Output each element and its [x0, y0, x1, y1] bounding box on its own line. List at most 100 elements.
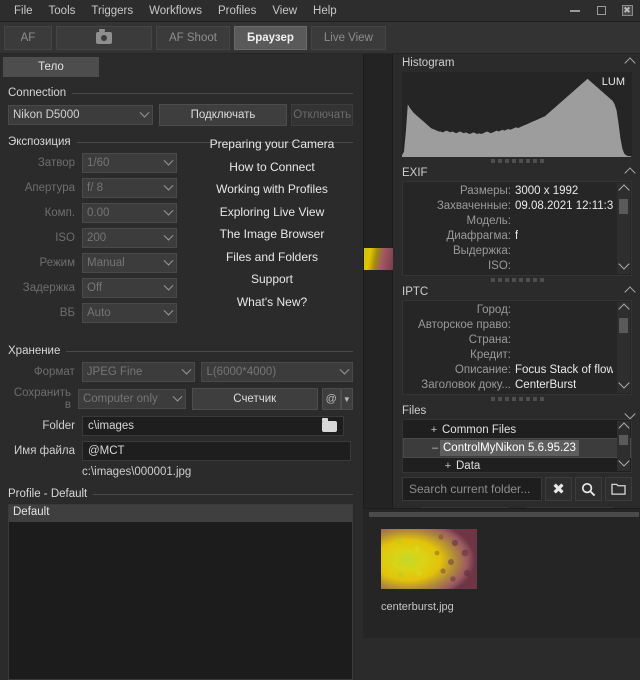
exif-scrollbar[interactable] — [617, 183, 630, 274]
menu-item-tools[interactable]: Tools — [41, 3, 84, 19]
live-view-button[interactable]: Live View — [311, 26, 386, 50]
tree-node-data[interactable]: + Data — [403, 458, 631, 473]
tree-node-common-files[interactable]: + Common Files — [403, 422, 631, 438]
open-folder-button[interactable] — [605, 477, 632, 501]
files-section-header[interactable]: Files — [394, 402, 640, 419]
scroll-down-icon[interactable] — [618, 377, 629, 388]
browser-tab-button[interactable]: Браузер — [234, 26, 307, 50]
shutter-select[interactable]: 1/60 — [82, 153, 177, 173]
tab-body[interactable]: Тело — [3, 57, 99, 77]
help-link-exploring-live-view[interactable]: Exploring Live View — [192, 205, 352, 219]
menu-item-help[interactable]: Help — [305, 3, 345, 19]
disconnect-button[interactable]: Отключать — [291, 104, 353, 126]
expander-icon[interactable]: – — [430, 440, 440, 456]
help-link-support[interactable]: Support — [192, 272, 352, 286]
help-link-whats-new[interactable]: What's New? — [192, 295, 352, 309]
filmstrip-thumbnail[interactable] — [364, 248, 393, 270]
help-link-image-browser[interactable]: The Image Browser — [192, 227, 352, 241]
menu-item-view[interactable]: View — [264, 3, 305, 19]
format-label: Формат — [8, 366, 82, 378]
flower-thumbnail-graphic — [381, 529, 477, 589]
connect-button[interactable]: Подключать — [159, 104, 288, 126]
af-shoot-button[interactable]: AF Shoot — [156, 26, 230, 50]
splitter-handle[interactable] — [394, 157, 640, 164]
browse-folder-button[interactable] — [322, 421, 337, 432]
histogram-channel-label: LUM — [602, 76, 625, 88]
folder-tree[interactable]: + Common Files – ControlMyNikon 5.6.95.2… — [402, 419, 632, 473]
filename-input[interactable]: @MCT — [82, 441, 351, 461]
scroll-up-icon[interactable] — [618, 184, 629, 195]
compensation-select[interactable]: 0.00 — [82, 203, 177, 223]
chevron-down-icon — [164, 155, 174, 165]
af-button[interactable]: AF — [4, 26, 52, 50]
scroll-down-icon[interactable] — [618, 258, 629, 269]
iptc-row-country: Страна: — [403, 333, 631, 348]
help-link-how-to-connect[interactable]: How to Connect — [192, 160, 352, 174]
splitter-handle[interactable] — [394, 276, 640, 283]
camera-model-select[interactable]: Nikon D5000 — [8, 105, 153, 125]
scroll-up-icon[interactable] — [618, 422, 629, 433]
thumbnail-image[interactable] — [381, 529, 477, 589]
iptc-scrollbar[interactable] — [617, 302, 630, 393]
maximize-button[interactable] — [588, 0, 614, 22]
save-to-value: Computer only — [83, 393, 158, 405]
histogram-section-header[interactable]: Histogram — [394, 54, 640, 71]
exif-row-captured: Захваченные: 09.08.2021 12:11:36 — [403, 199, 631, 214]
expander-icon[interactable]: + — [429, 422, 439, 438]
scrollbar-thumb[interactable] — [619, 435, 628, 445]
title-bar: File Tools Triggers Workflows Profiles V… — [0, 0, 640, 22]
chevron-down-icon — [172, 391, 182, 401]
exif-value: f — [515, 229, 518, 244]
search-button[interactable] — [575, 477, 602, 501]
mode-value: Manual — [87, 257, 125, 269]
minimize-button[interactable] — [562, 0, 588, 22]
menu-item-workflows[interactable]: Workflows — [141, 3, 210, 19]
white-balance-select[interactable]: Auto — [82, 303, 177, 323]
close-icon: ✖ — [622, 5, 633, 16]
folder-icon — [322, 421, 337, 432]
exif-key: Диафрагма: — [403, 229, 515, 244]
help-link-working-with-profiles[interactable]: Working with Profiles — [192, 182, 352, 196]
browser-scrollbar[interactable] — [369, 512, 639, 517]
at-token-button[interactable]: @ — [322, 388, 341, 410]
iptc-section-header[interactable]: IPTC — [394, 283, 640, 300]
scroll-up-icon[interactable] — [618, 303, 629, 314]
help-link-preparing-camera[interactable]: Preparing your Camera — [192, 137, 352, 151]
storage-saveto-row: Сохранить в Computer only Счетчик @ ▼ — [8, 387, 353, 411]
iso-value: 200 — [87, 232, 106, 244]
close-button[interactable]: ✖ — [614, 0, 640, 22]
help-link-files-and-folders[interactable]: Files and Folders — [192, 250, 352, 264]
chevron-down-icon — [164, 280, 174, 290]
menu-item-file[interactable]: File — [6, 3, 41, 19]
menu-item-triggers[interactable]: Triggers — [83, 3, 141, 19]
profile-list[interactable]: Default — [8, 504, 353, 680]
aperture-select[interactable]: f/ 8 — [82, 178, 177, 198]
clear-search-button[interactable]: ✖ — [545, 477, 572, 501]
profile-list-item-default[interactable]: Default — [9, 505, 352, 522]
scrollbar-thumb[interactable] — [619, 199, 628, 214]
splitter-handle[interactable] — [394, 395, 640, 402]
scrollbar-thumb[interactable] — [619, 318, 628, 333]
token-dropdown-button[interactable]: ▼ — [341, 388, 353, 410]
expander-icon[interactable]: + — [443, 458, 453, 473]
scroll-down-icon[interactable] — [618, 455, 629, 466]
exif-section-header[interactable]: EXIF — [394, 164, 640, 181]
folder-input[interactable]: c\images — [82, 416, 344, 436]
main-toolbar: AF AF Shoot Браузер Live View — [0, 22, 640, 54]
search-input[interactable]: Search current folder... — [402, 477, 542, 501]
delay-label: Задержка — [8, 282, 82, 294]
exif-list: Размеры: 3000 x 1992 Захваченные: 09.08.… — [402, 181, 632, 276]
menu-item-profiles[interactable]: Profiles — [210, 3, 264, 19]
image-size-select[interactable]: L(6000*4000) — [201, 362, 353, 382]
browser-item[interactable]: centerburst.jpg — [381, 529, 477, 613]
delay-select[interactable]: Off — [82, 278, 177, 298]
save-to-select[interactable]: Computer only — [78, 389, 186, 409]
tree-node-controlmynikon[interactable]: – ControlMyNikon 5.6.95.23 — [403, 438, 631, 458]
compensation-label: Комп. — [8, 207, 82, 219]
capture-button[interactable] — [56, 26, 152, 50]
tree-scrollbar[interactable] — [617, 421, 630, 471]
mode-select[interactable]: Manual — [82, 253, 177, 273]
counter-button[interactable]: Счетчик — [192, 388, 318, 410]
iso-select[interactable]: 200 — [82, 228, 177, 248]
format-select[interactable]: JPEG Fine — [82, 362, 196, 382]
